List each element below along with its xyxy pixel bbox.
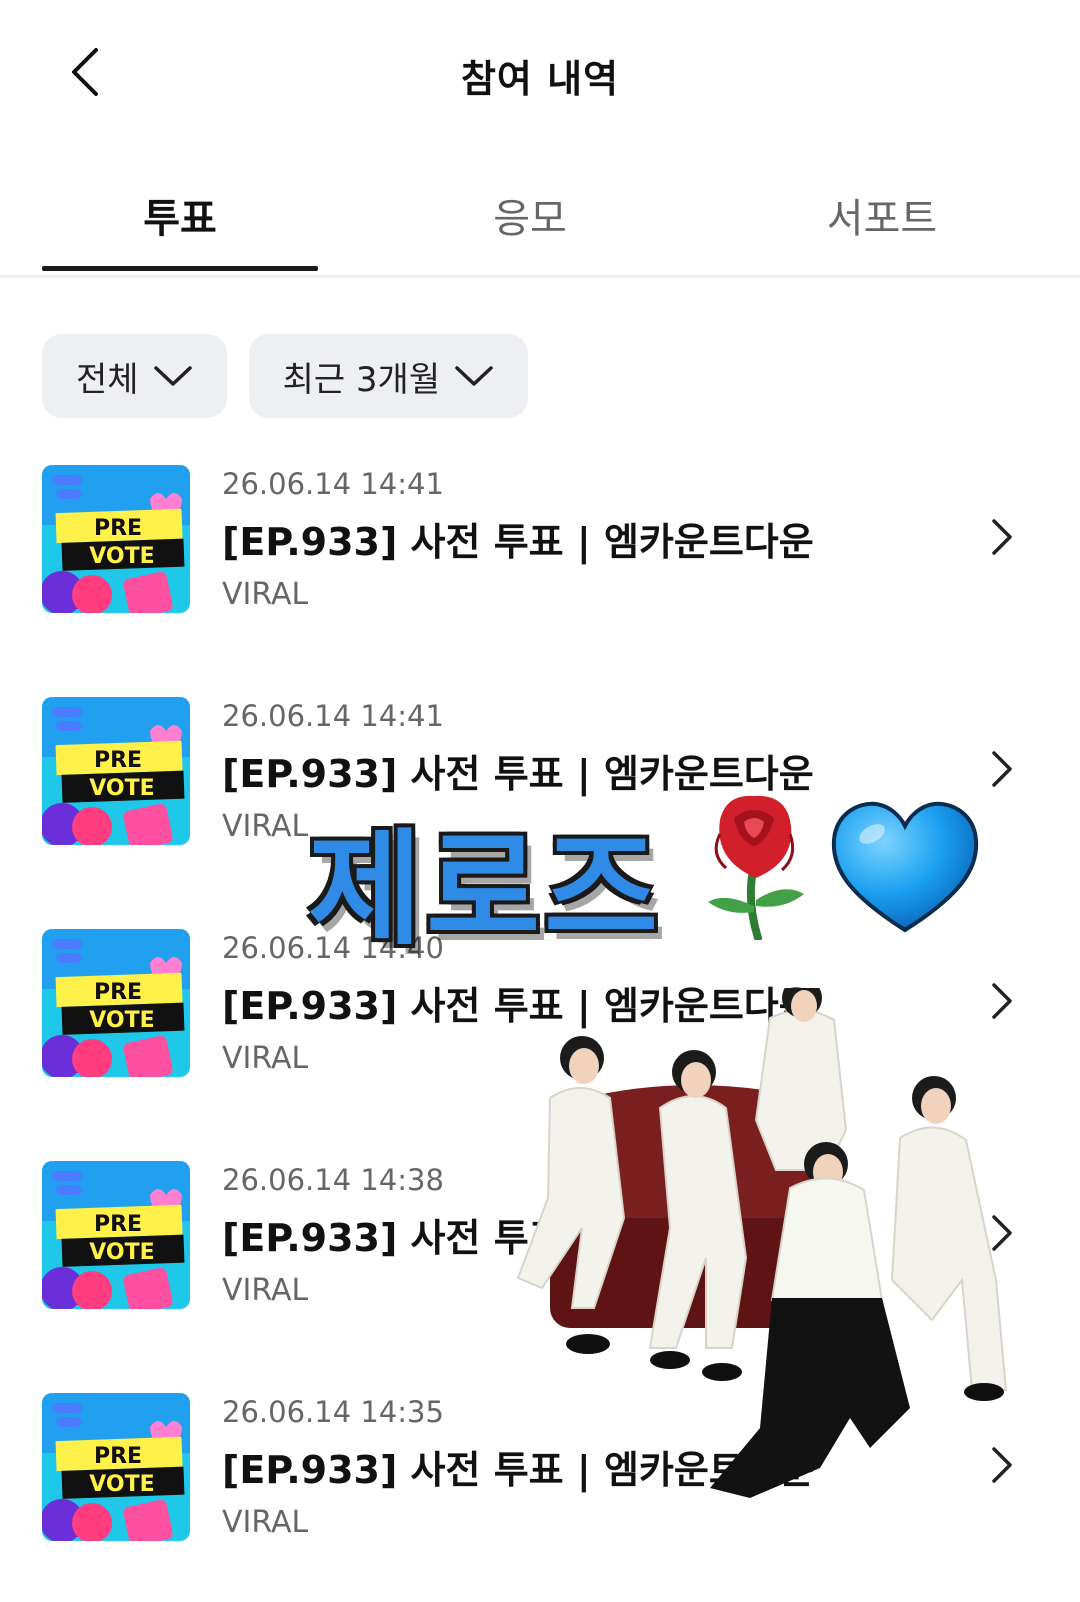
svg-text:PRE: PRE bbox=[94, 980, 142, 1005]
rose-icon bbox=[708, 795, 804, 940]
active-tab-indicator bbox=[42, 266, 318, 271]
item-date: 26.06.14 14:35 bbox=[222, 1395, 444, 1429]
svg-text:VOTE: VOTE bbox=[89, 1240, 154, 1265]
pre-vote-thumbnail: PRE VOTE bbox=[42, 1393, 190, 1541]
svg-text:PRE: PRE bbox=[94, 748, 142, 773]
item-source: VIRAL bbox=[222, 1505, 309, 1540]
chevron-right-icon bbox=[992, 751, 1012, 787]
svg-text:PRE: PRE bbox=[94, 1212, 142, 1237]
item-source: VIRAL bbox=[222, 1041, 309, 1076]
svg-text:PRE: PRE bbox=[94, 1444, 142, 1469]
item-source: VIRAL bbox=[222, 809, 309, 844]
svg-text:VOTE: VOTE bbox=[89, 1008, 154, 1033]
item-date: 26.06.14 14:38 bbox=[222, 1163, 444, 1197]
header: 참여 내역 bbox=[0, 0, 1080, 150]
list-item[interactable]: PRE VOTE 26.06.14 14:41 [EP.933] 사전 투표 |… bbox=[0, 465, 1080, 697]
item-title: [EP.933] 사전 투표 | 엠카운트다운 bbox=[222, 520, 814, 564]
pre-vote-thumbnail: PRE VOTE bbox=[42, 929, 190, 1077]
period-filter-label: 최근 3개월 bbox=[282, 359, 441, 400]
category-filter[interactable]: 전체 bbox=[42, 334, 227, 418]
chevron-right-icon bbox=[992, 519, 1012, 555]
category-filter-label: 전체 bbox=[76, 359, 139, 400]
chevron-down-icon bbox=[153, 366, 192, 386]
blue-heart-icon bbox=[831, 801, 979, 933]
period-filter[interactable]: 최근 3개월 bbox=[248, 334, 529, 418]
pre-vote-thumbnail: PRE VOTE bbox=[42, 1161, 190, 1309]
tab-entry[interactable]: 응모 bbox=[350, 186, 710, 244]
item-date: 26.06.14 14:41 bbox=[222, 699, 444, 733]
chevron-down-icon bbox=[455, 366, 493, 386]
tab-support[interactable]: 서포트 bbox=[702, 186, 1062, 244]
page-title: 참여 내역 bbox=[460, 57, 620, 101]
filter-bar: 전체 최근 3개월 bbox=[42, 334, 529, 418]
pre-vote-thumbnail: PRE VOTE bbox=[42, 465, 190, 613]
svg-text:VOTE: VOTE bbox=[89, 1472, 154, 1497]
tab-bar: 투표 응모 서포트 bbox=[0, 150, 1080, 278]
svg-text:PRE: PRE bbox=[94, 516, 142, 541]
tab-vote[interactable]: 투표 bbox=[0, 186, 360, 244]
svg-text:VOTE: VOTE bbox=[89, 544, 154, 569]
svg-text:VOTE: VOTE bbox=[89, 776, 154, 801]
item-source: VIRAL bbox=[222, 577, 309, 612]
item-date: 26.06.14 14:41 bbox=[222, 467, 444, 501]
group-photo bbox=[516, 988, 1008, 1498]
item-source: VIRAL bbox=[222, 1273, 309, 1308]
pre-vote-thumbnail: PRE VOTE bbox=[42, 697, 190, 845]
sticker-text: 제로즈 bbox=[308, 818, 663, 962]
